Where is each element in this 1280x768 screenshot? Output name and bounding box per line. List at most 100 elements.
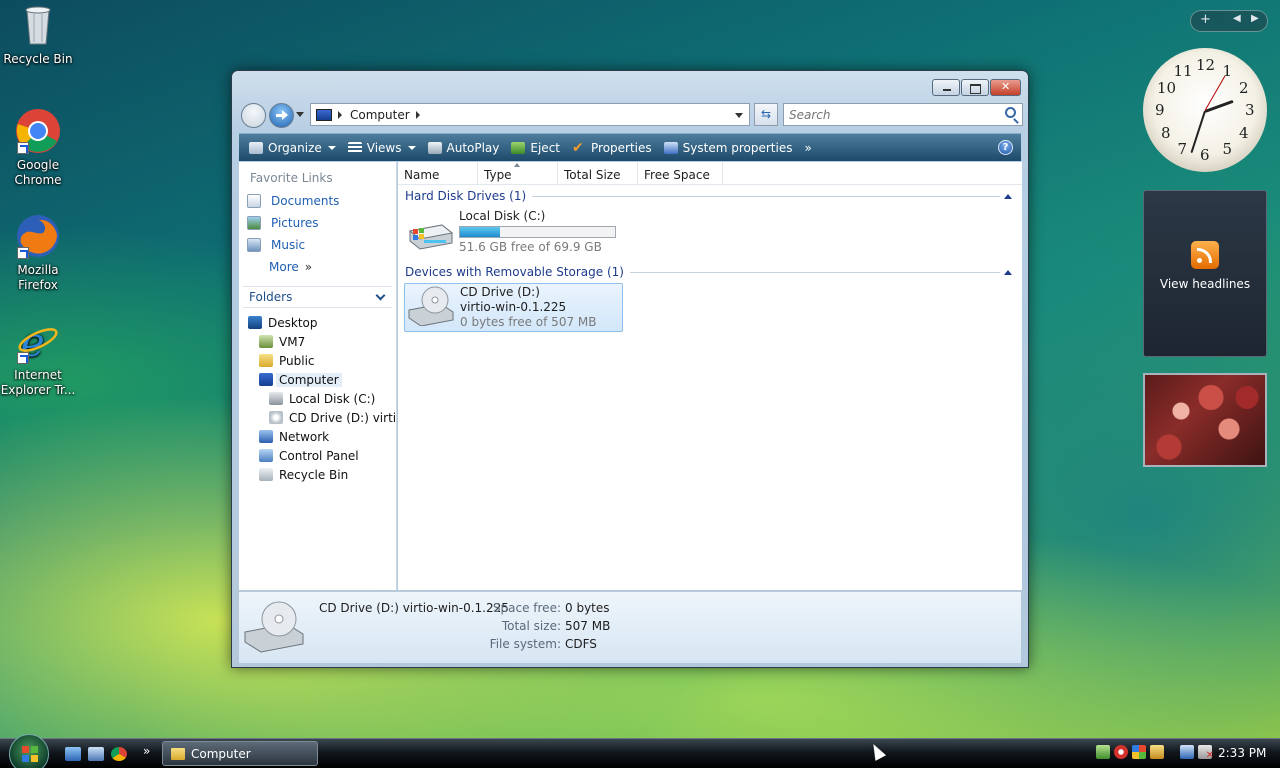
tree-item-vm7[interactable]: VM7 bbox=[239, 332, 396, 351]
sort-ascending-icon bbox=[514, 163, 520, 167]
computer-icon bbox=[259, 373, 273, 386]
volume-muted-icon[interactable]: ✕ bbox=[1198, 745, 1214, 761]
details-value: 507 MB bbox=[565, 619, 611, 633]
documents-icon bbox=[247, 194, 261, 208]
clock-numeral: 10 bbox=[1157, 78, 1177, 97]
drive-name: CD Drive (D:) bbox=[460, 285, 540, 299]
desktop-icon-label: Mozilla Firefox bbox=[17, 263, 59, 292]
properties-label: Properties bbox=[591, 140, 652, 155]
views-button[interactable]: Views bbox=[342, 134, 422, 161]
clock-numeral: 12 bbox=[1196, 56, 1216, 74]
column-header-free-space[interactable]: Free Space bbox=[638, 162, 723, 184]
language-icon[interactable] bbox=[1150, 745, 1164, 759]
drive-item-local-disk[interactable]: Local Disk (C:) 51.6 GB free of 69.9 GB bbox=[404, 207, 1022, 261]
favorite-link-documents[interactable]: Documents bbox=[239, 190, 396, 212]
update-icon[interactable] bbox=[1096, 745, 1110, 759]
cd-drive-icon bbox=[243, 600, 305, 657]
tree-item-local-disk[interactable]: Local Disk (C:) bbox=[239, 389, 396, 408]
tree-item-recycle-bin[interactable]: Recycle Bin bbox=[239, 465, 396, 484]
chrome-icon[interactable] bbox=[111, 747, 127, 761]
system-properties-button[interactable]: System properties bbox=[658, 134, 799, 161]
details-value: 0 bytes bbox=[565, 601, 610, 615]
add-gadget-button[interactable]: + bbox=[1200, 12, 1211, 27]
start-button[interactable] bbox=[9, 734, 49, 768]
search-input[interactable] bbox=[784, 104, 994, 125]
slideshow-gadget[interactable] bbox=[1143, 373, 1267, 467]
more-links-button[interactable]: More » bbox=[239, 256, 396, 278]
search-icon[interactable] bbox=[1005, 107, 1016, 118]
tree-item-computer[interactable]: Computer bbox=[239, 370, 396, 389]
taskbar-button-computer[interactable]: Computer bbox=[162, 741, 318, 766]
system-tray: ✕ bbox=[1096, 745, 1214, 761]
clock-gadget[interactable]: 12 1 2 3 4 5 6 7 8 9 10 11 bbox=[1143, 48, 1267, 172]
security-alert-icon[interactable] bbox=[1114, 745, 1128, 759]
breadcrumb-separator-icon[interactable] bbox=[415, 110, 420, 119]
chevron-down-icon bbox=[375, 290, 386, 301]
eject-button[interactable]: Eject bbox=[505, 134, 566, 161]
hard-drive-icon bbox=[269, 392, 283, 405]
tree-item-network[interactable]: Network bbox=[239, 427, 396, 446]
breadcrumb-separator-icon[interactable] bbox=[338, 110, 342, 119]
feed-headlines-gadget[interactable]: View headlines bbox=[1143, 190, 1267, 357]
next-gadgets-icon[interactable]: ▶ bbox=[1251, 13, 1259, 24]
group-header-hard-disk-drives[interactable]: Hard Disk Drives (1) bbox=[398, 185, 1022, 207]
address-bar[interactable]: Computer bbox=[310, 103, 750, 126]
view-headlines-label: View headlines bbox=[1159, 277, 1251, 291]
folders-header[interactable]: Folders bbox=[243, 286, 392, 308]
drive-details: CD Drive (D:) virtio-win-0.1.225 0 bytes… bbox=[460, 285, 596, 330]
network-status-icon[interactable] bbox=[1180, 745, 1194, 759]
windows-flag-icon[interactable] bbox=[1132, 745, 1146, 759]
collapse-group-icon[interactable] bbox=[1004, 194, 1012, 199]
favorite-link-music[interactable]: Music bbox=[239, 234, 396, 256]
forward-button[interactable] bbox=[269, 103, 294, 128]
desktop-icon-google-chrome[interactable]: Google Chrome bbox=[0, 108, 76, 188]
desktop-icon-mozilla-firefox[interactable]: Mozilla Firefox bbox=[0, 213, 76, 293]
cd-drive-icon bbox=[269, 411, 283, 424]
tree-label: Public bbox=[279, 353, 315, 368]
autoplay-button[interactable]: AutoPlay bbox=[422, 134, 506, 161]
desktop-icon-internet-explorer[interactable]: e Internet Explorer Tr... bbox=[0, 318, 76, 398]
explorer-window[interactable]: Computer ⇆ Organize Views AutoPlay Eject… bbox=[231, 70, 1029, 668]
toolbar-overflow-button[interactable]: » bbox=[798, 134, 817, 161]
quick-launch-overflow-button[interactable]: » bbox=[143, 744, 150, 758]
tree-label: Network bbox=[279, 429, 330, 444]
column-header-name[interactable]: Name bbox=[398, 162, 478, 184]
back-button[interactable] bbox=[241, 103, 266, 128]
collapse-group-icon[interactable] bbox=[1004, 270, 1012, 275]
drive-item-cd-drive[interactable]: CD Drive (D:) virtio-win-0.1.225 0 bytes… bbox=[404, 283, 623, 332]
group-header-removable-storage[interactable]: Devices with Removable Storage (1) bbox=[398, 261, 1022, 283]
minimize-button[interactable] bbox=[932, 79, 960, 96]
recycle-bin-icon bbox=[15, 2, 61, 48]
recent-pages-dropdown[interactable] bbox=[296, 112, 304, 117]
views-icon bbox=[347, 141, 362, 154]
help-icon[interactable]: ? bbox=[998, 140, 1013, 155]
maximize-button[interactable] bbox=[961, 79, 989, 96]
column-header-total-size[interactable]: Total Size bbox=[558, 162, 638, 184]
properties-button[interactable]: ✔ Properties bbox=[566, 134, 658, 161]
breadcrumb-computer[interactable]: Computer bbox=[350, 108, 410, 122]
tree-item-cd-drive[interactable]: CD Drive (D:) virtio- bbox=[239, 408, 396, 427]
organize-button[interactable]: Organize bbox=[243, 134, 342, 161]
column-header-type[interactable]: Type bbox=[478, 162, 558, 184]
close-button[interactable] bbox=[990, 79, 1021, 96]
group-header-label: Hard Disk Drives (1) bbox=[405, 189, 527, 203]
more-label: More bbox=[269, 260, 299, 274]
tree-item-public[interactable]: Public bbox=[239, 351, 396, 370]
sidebar-controls: + ◀ ▶ bbox=[1190, 10, 1268, 32]
refresh-button[interactable]: ⇆ bbox=[754, 103, 778, 126]
clock-numeral: 3 bbox=[1245, 101, 1255, 119]
taskbar-clock[interactable]: 2:33 PM bbox=[1218, 746, 1266, 760]
show-desktop-icon[interactable] bbox=[65, 747, 81, 761]
search-box[interactable] bbox=[783, 103, 1023, 126]
autoplay-icon bbox=[427, 141, 442, 154]
disk-usage-bar bbox=[459, 226, 616, 238]
address-dropdown-icon[interactable] bbox=[735, 113, 743, 118]
favorite-link-pictures[interactable]: Pictures bbox=[239, 212, 396, 234]
computer-icon bbox=[316, 108, 332, 121]
tree-item-control-panel[interactable]: Control Panel bbox=[239, 446, 396, 465]
desktop-icon-recycle-bin[interactable]: Recycle Bin bbox=[0, 2, 76, 67]
tree-item-desktop[interactable]: Desktop bbox=[239, 313, 396, 332]
clock-numeral: 5 bbox=[1222, 139, 1233, 158]
previous-gadgets-icon[interactable]: ◀ bbox=[1233, 13, 1241, 24]
switch-windows-icon[interactable] bbox=[88, 747, 104, 761]
